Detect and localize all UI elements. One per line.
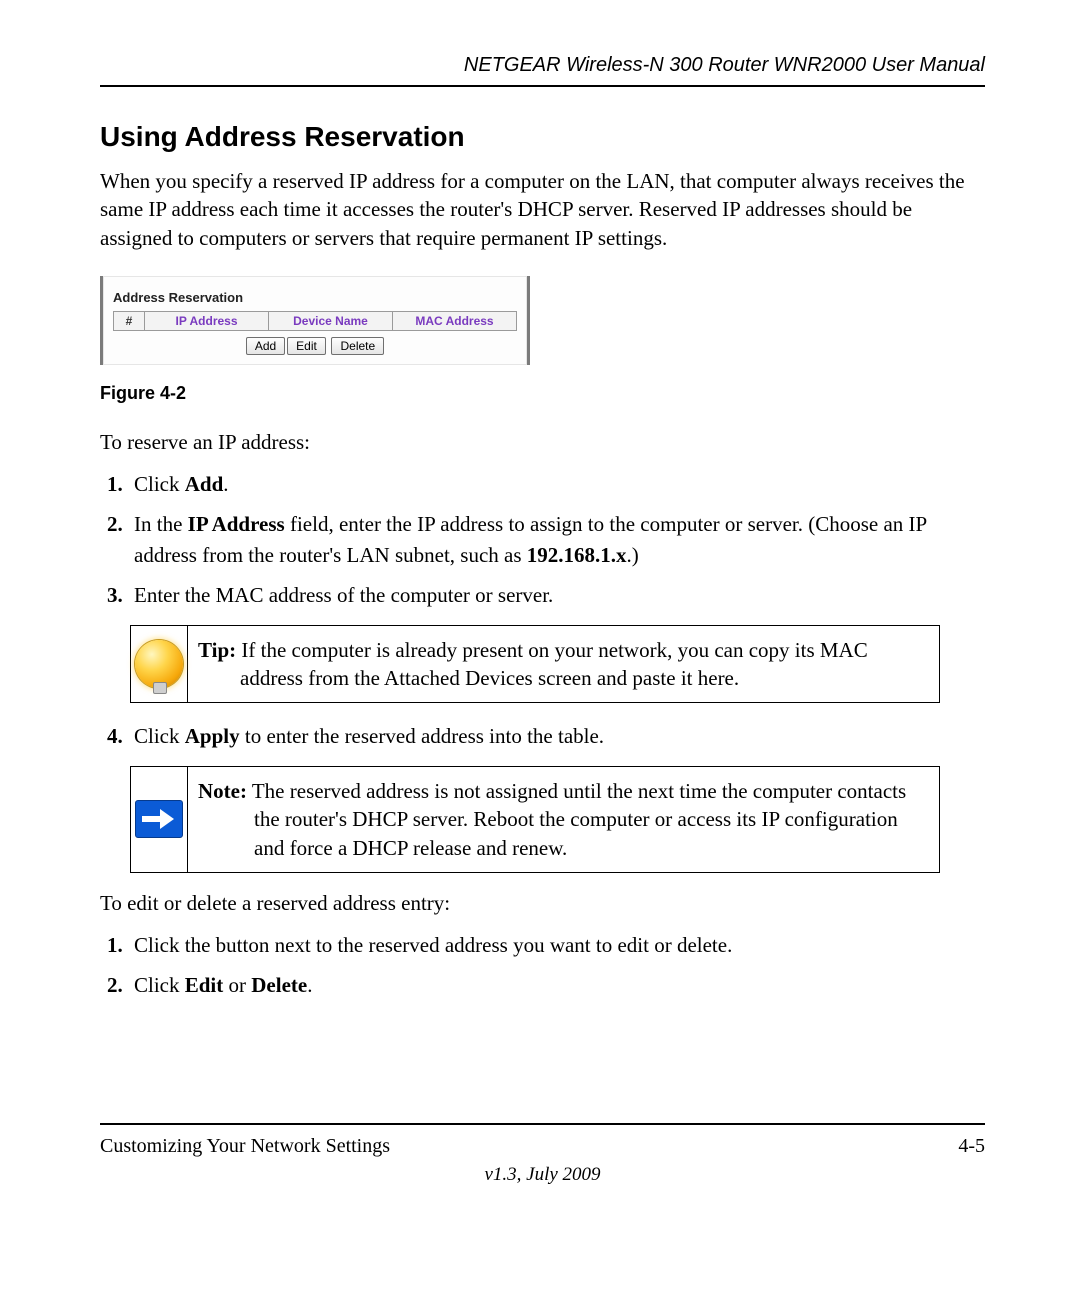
col-num: # — [114, 312, 145, 331]
col-device: Device Name — [269, 312, 393, 331]
reserve-step-3: Enter the MAC address of the computer or… — [128, 580, 985, 610]
arrow-icon — [135, 800, 183, 838]
reserve-step-2: In the IP Address field, enter the IP ad… — [128, 509, 985, 570]
footer-version: v1.3, July 2009 — [100, 1164, 985, 1186]
reserve-steps-cont: Click Apply to enter the reserved addres… — [100, 721, 985, 751]
col-ip: IP Address — [145, 312, 269, 331]
reservation-table: # IP Address Device Name MAC Address — [113, 311, 517, 331]
footer-chapter: Customizing Your Network Settings — [100, 1135, 390, 1158]
intro-paragraph: When you specify a reserved IP address f… — [100, 167, 985, 252]
add-button[interactable]: Add — [246, 337, 285, 355]
panel-buttons: AddEdit Delete — [113, 337, 517, 355]
lightbulb-icon — [135, 640, 183, 688]
delete-button[interactable]: Delete — [331, 337, 384, 355]
figure-4-2: Address Reservation # IP Address Device … — [100, 276, 530, 365]
section-heading: Using Address Reservation — [100, 121, 985, 153]
edit-steps: Click the button next to the reserved ad… — [100, 930, 985, 1001]
note-callout: Note: The reserved address is not assign… — [130, 766, 940, 873]
header-rule — [100, 85, 985, 87]
tip-icon-cell — [131, 626, 188, 703]
reserve-lead: To reserve an IP address: — [100, 430, 985, 455]
reserve-steps: Click Add. In the IP Address field, ente… — [100, 469, 985, 611]
footer-rule — [100, 1123, 985, 1125]
figure-caption: Figure 4-2 — [100, 383, 985, 404]
edit-button[interactable]: Edit — [287, 337, 326, 355]
tip-text: Tip: If the computer is already present … — [188, 626, 939, 703]
note-text: Note: The reserved address is not assign… — [188, 767, 939, 872]
page-footer: Customizing Your Network Settings 4-5 v1… — [100, 1123, 985, 1186]
edit-step-1: Click the button next to the reserved ad… — [128, 930, 985, 960]
footer-page-number: 4-5 — [958, 1135, 985, 1158]
tip-callout: Tip: If the computer is already present … — [130, 625, 940, 704]
reserve-step-4: Click Apply to enter the reserved addres… — [128, 721, 985, 751]
manual-page: NETGEAR Wireless-N 300 Router WNR2000 Us… — [0, 0, 1080, 1296]
edit-lead: To edit or delete a reserved address ent… — [100, 891, 985, 916]
note-icon-cell — [131, 767, 188, 872]
running-header: NETGEAR Wireless-N 300 Router WNR2000 Us… — [100, 54, 985, 85]
address-reservation-panel: Address Reservation # IP Address Device … — [100, 276, 530, 365]
edit-step-2: Click Edit or Delete. — [128, 970, 985, 1000]
col-mac: MAC Address — [393, 312, 517, 331]
reserve-step-1: Click Add. — [128, 469, 985, 499]
panel-title: Address Reservation — [113, 290, 517, 305]
